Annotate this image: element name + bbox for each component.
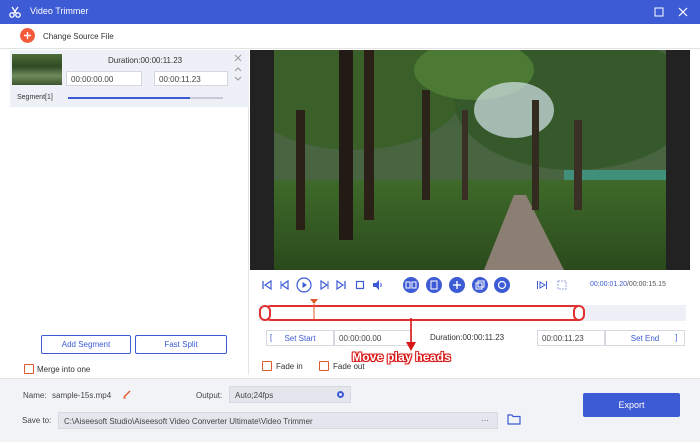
- set-end-label: Set End: [630, 334, 660, 343]
- start-handle[interactable]: [259, 305, 271, 321]
- close-icon[interactable]: [676, 5, 690, 19]
- segment-label: Segment[1]: [17, 94, 53, 101]
- name-label: Name:: [23, 391, 47, 400]
- plus-icon: [453, 281, 461, 289]
- end-time-input[interactable]: 00:00:11.23: [537, 330, 605, 346]
- change-source-button[interactable]: Change Source File: [43, 32, 114, 41]
- edit-name-icon[interactable]: [122, 389, 132, 399]
- segment-end-time[interactable]: 00:00:11.23: [154, 71, 228, 86]
- segment-duration: Duration:00:00:11.23: [108, 56, 183, 65]
- save-path-field[interactable]: C:\Aiseesoft Studio\Aiseesoft Video Conv…: [58, 412, 498, 429]
- skip-to-start-icon[interactable]: [261, 279, 273, 291]
- file-name: sample-15s.mp4: [52, 391, 112, 400]
- set-start-button[interactable]: Set Start: [266, 330, 334, 346]
- save-to-label: Save to:: [22, 416, 52, 425]
- fast-split-button[interactable]: Fast Split: [135, 335, 227, 354]
- video-preview[interactable]: [274, 50, 666, 270]
- previous-frame-icon[interactable]: [279, 279, 291, 291]
- annotation-text: Move play heads: [352, 350, 452, 364]
- open-folder-icon[interactable]: [507, 413, 521, 425]
- end-handle[interactable]: [573, 305, 585, 321]
- playback-time: 00:00:01.20/00:00:15.15: [590, 281, 666, 288]
- settings-gear-icon[interactable]: [335, 389, 346, 400]
- segment-thumbnail: [12, 54, 62, 85]
- fade-in-label: Fade in: [276, 362, 303, 371]
- app-logo-icon: [9, 6, 21, 18]
- trim-duration: Duration:00:00:11.23: [430, 333, 505, 342]
- split-icon: [405, 281, 417, 289]
- skip-to-end-icon[interactable]: [335, 279, 347, 291]
- jump-to-start-icon[interactable]: [536, 279, 548, 291]
- playhead-marker[interactable]: [310, 299, 318, 319]
- segment-track-fill: [68, 97, 190, 99]
- output-label: Output:: [196, 391, 223, 400]
- merge-label: Merge into one: [37, 365, 91, 374]
- volume-icon[interactable]: [372, 279, 384, 291]
- chevron-down-icon[interactable]: [233, 74, 243, 84]
- maximize-icon[interactable]: [652, 5, 666, 19]
- title-bar: Video Trimmer: [0, 0, 700, 24]
- end-bracket-icon: ]: [675, 333, 678, 342]
- export-button[interactable]: Export: [583, 393, 680, 417]
- fade-out-checkbox[interactable]: [319, 361, 329, 371]
- play-icon[interactable]: [296, 277, 312, 293]
- segment-icon: [430, 280, 438, 290]
- browse-button[interactable]: ···: [481, 416, 489, 425]
- copy-icon: [475, 280, 485, 290]
- set-start-label: Set Start: [284, 334, 316, 343]
- delete-segment-icon[interactable]: [233, 53, 243, 63]
- refresh-icon: [497, 280, 507, 290]
- next-frame-icon[interactable]: [318, 279, 330, 291]
- start-time-input[interactable]: 00:00:00.00: [334, 330, 412, 346]
- chevron-up-icon[interactable]: [233, 64, 243, 74]
- stop-icon[interactable]: [354, 279, 366, 291]
- start-bracket-icon: [: [270, 333, 273, 342]
- fade-in-checkbox[interactable]: [262, 361, 272, 371]
- annotation-arrow-icon: [406, 318, 416, 351]
- add-segment-button[interactable]: Add Segment: [41, 335, 131, 354]
- merge-checkbox[interactable]: [24, 364, 34, 374]
- set-end-button[interactable]: Set End: [605, 330, 685, 346]
- window-title: Video Trimmer: [30, 6, 89, 16]
- crop-frame-icon[interactable]: [556, 279, 568, 291]
- current-time: 00:00:01.20: [590, 281, 627, 288]
- segment-start-time[interactable]: 00:00:00.00: [66, 71, 142, 86]
- output-format-field[interactable]: Auto;24fps: [229, 386, 351, 403]
- total-time: /00:00:15.15: [626, 281, 666, 288]
- add-source-icon[interactable]: [20, 28, 35, 43]
